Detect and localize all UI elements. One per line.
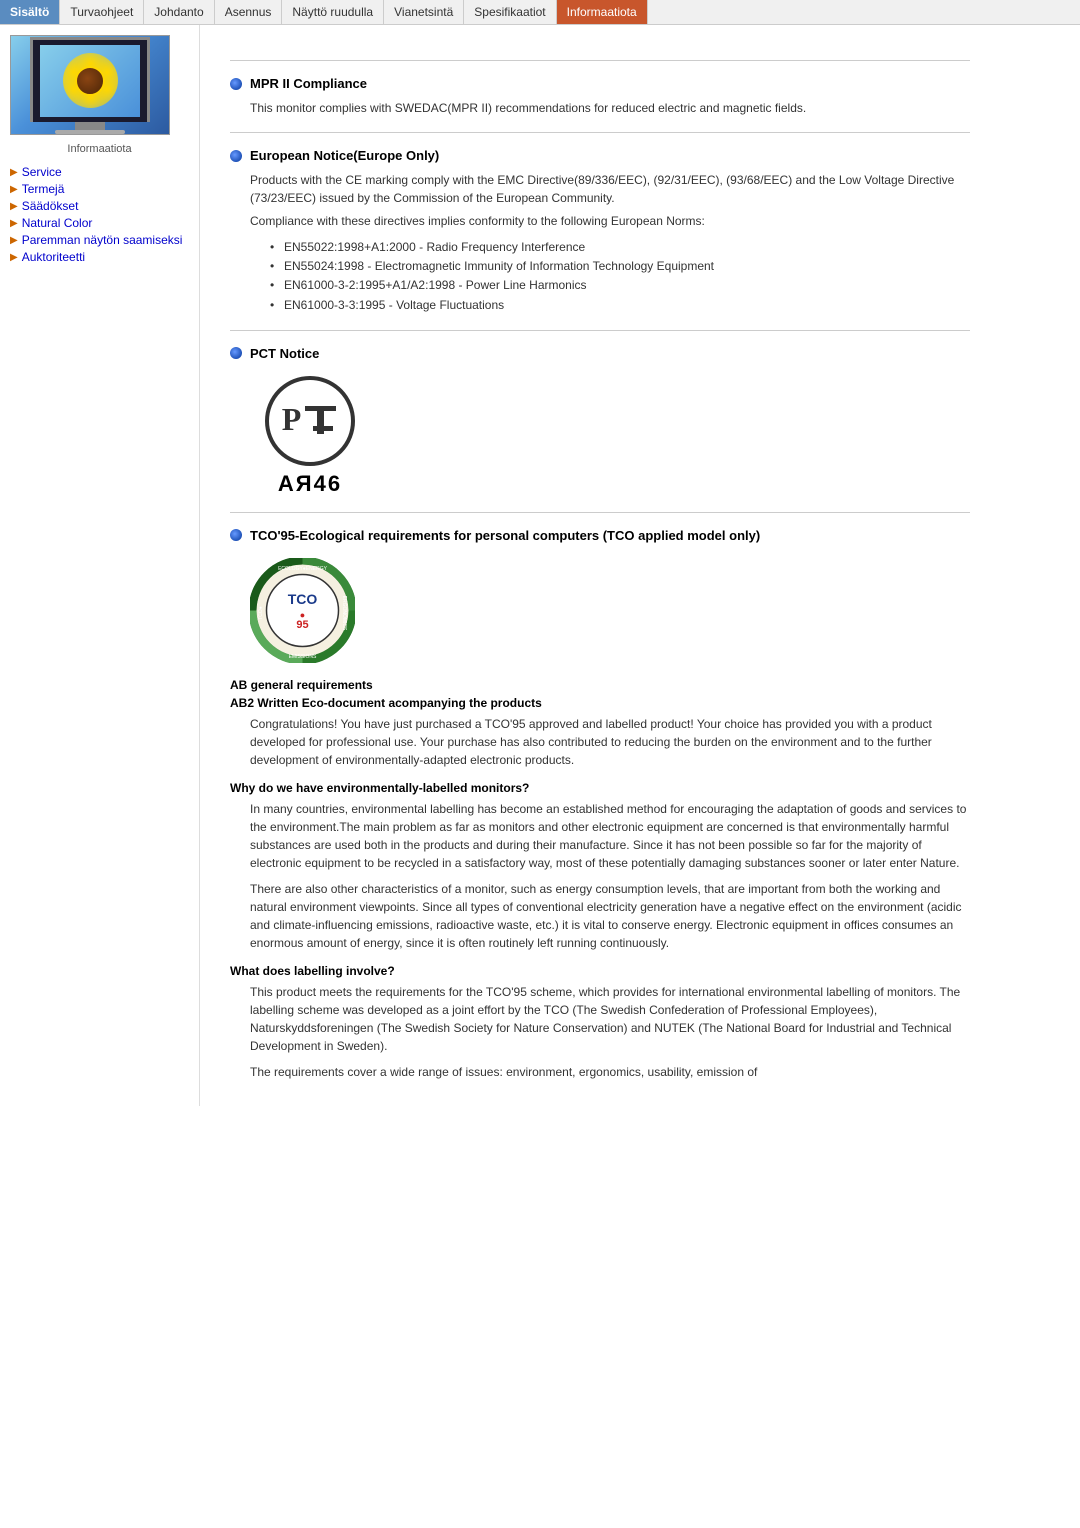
bullet-icon <box>230 150 242 162</box>
divider-2 <box>230 330 970 331</box>
list-item: EN61000-3-3:1995 - Voltage Fluctuations <box>270 296 970 315</box>
sidebar-nav: ▶Service ▶Termejä ▶Säädökset ▶Natural Co… <box>10 165 189 264</box>
list-item: EN55024:1998 - Electromagnetic Immunity … <box>270 257 970 276</box>
europe-text2: Compliance with these directives implies… <box>250 212 970 230</box>
pct-section-header: PCT Notice <box>230 346 970 361</box>
pct-p-letter: Р <box>282 401 302 441</box>
arrow-icon: ▶ <box>10 252 18 263</box>
arrow-icon: ▶ <box>10 167 18 178</box>
arrow-icon: ▶ <box>10 235 18 246</box>
svg-text:ERGONOMICS: ERGONOMICS <box>341 595 347 630</box>
sidebar: Informaatiota ▶Service ▶Termejä ▶Säädöks… <box>0 25 200 1106</box>
why-text2: There are also other characteristics of … <box>250 880 970 952</box>
bullet-icon <box>230 347 242 359</box>
nav-item-naytto[interactable]: Näyttö ruudulla <box>282 0 384 24</box>
tco-section-header: TCO'95-Ecological requirements for perso… <box>230 528 970 543</box>
nav-item-sisalto[interactable]: Sisältö <box>0 0 60 24</box>
mpr-title: MPR II Compliance <box>250 76 367 91</box>
arrow-icon: ▶ <box>10 218 18 229</box>
europe-title: European Notice(Europe Only) <box>250 148 439 163</box>
sidebar-item-natural-color[interactable]: ▶Natural Color <box>10 216 189 230</box>
nav-item-vianetsinta[interactable]: Vianetsintä <box>384 0 464 24</box>
tco-title: TCO'95-Ecological requirements for perso… <box>250 528 760 543</box>
bullet-icon <box>230 529 242 541</box>
labelling-text: This product meets the requirements for … <box>250 983 970 1055</box>
why-header: Why do we have environmentally-labelled … <box>230 781 970 795</box>
europe-section-header: European Notice(Europe Only) <box>230 148 970 163</box>
nav-item-informaatiota[interactable]: Informaatiota <box>557 0 648 24</box>
why-text1: In many countries, environmental labelli… <box>250 800 970 872</box>
bullet-icon <box>230 78 242 90</box>
ab2-header: AB2 Written Eco-document acompanying the… <box>230 696 970 710</box>
sidebar-item-auktoriteetti[interactable]: ▶Auktoriteetti <box>10 250 189 264</box>
mpr-text: This monitor complies with SWEDAC(MPR II… <box>250 99 970 117</box>
divider-3 <box>230 512 970 513</box>
europe-text1: Products with the CE marking comply with… <box>250 171 970 207</box>
sidebar-item-paremman[interactable]: ▶Paremman näytön saamiseksi <box>10 233 189 247</box>
page-layout: Informaatiota ▶Service ▶Termejä ▶Säädöks… <box>0 25 1080 1106</box>
pct-circle-logo: Р <box>265 376 355 466</box>
sidebar-item-termeja[interactable]: ▶Termejä <box>10 182 189 196</box>
mpr-section-header: MPR II Compliance <box>230 76 970 91</box>
tco-svg: TCO ● 95 ECOLOGY●ENERGY ERGONOMICS EMISS… <box>250 558 355 663</box>
svg-text:ECOLOGY●ENERGY: ECOLOGY●ENERGY <box>278 566 328 572</box>
tco-logo-container: TCO ● 95 ECOLOGY●ENERGY ERGONOMICS EMISS… <box>250 558 355 663</box>
pct-logo: Р АЯ46 <box>250 376 370 497</box>
list-item: EN61000-3-2:1995+A1/A2:1998 - Power Line… <box>270 276 970 295</box>
top-divider <box>230 60 970 61</box>
sidebar-item-saadokset[interactable]: ▶Säädökset <box>10 199 189 213</box>
europe-bullet-list: EN55022:1998+A1:2000 - Radio Frequency I… <box>270 238 970 315</box>
divider-1 <box>230 132 970 133</box>
nav-bar: Sisältö Turvaohjeet Johdanto Asennus Näy… <box>0 0 1080 25</box>
ab-general-header: AB general requirements <box>230 678 970 692</box>
list-item: EN55022:1998+A1:2000 - Radio Frequency I… <box>270 238 970 257</box>
main-content: MPR II Compliance This monitor complies … <box>200 25 1000 1106</box>
sidebar-monitor-image <box>10 35 170 135</box>
nav-item-turvaohjeet[interactable]: Turvaohjeet <box>60 0 144 24</box>
ab2-text: Congratulations! You have just purchased… <box>250 715 970 769</box>
arrow-icon: ▶ <box>10 184 18 195</box>
pct-title: PCT Notice <box>250 346 319 361</box>
svg-text:EMISSIONS: EMISSIONS <box>289 654 317 660</box>
requirements-text: The requirements cover a wide range of i… <box>250 1063 970 1081</box>
tco-logo: TCO ● 95 ECOLOGY●ENERGY ERGONOMICS EMISS… <box>250 558 970 663</box>
nav-item-asennus[interactable]: Asennus <box>215 0 283 24</box>
pct-symbol-svg <box>303 401 338 441</box>
sidebar-item-service[interactable]: ▶Service <box>10 165 189 179</box>
sidebar-section-label: Informaatiota <box>10 143 189 155</box>
svg-text:TCO: TCO <box>288 591 318 607</box>
nav-item-johdanto[interactable]: Johdanto <box>144 0 214 24</box>
nav-item-spesifikaatiot[interactable]: Spesifikaatiot <box>464 0 556 24</box>
svg-text:95: 95 <box>296 619 308 631</box>
pct-cyrillic-text: АЯ46 <box>278 471 342 497</box>
arrow-icon: ▶ <box>10 201 18 212</box>
svg-text:TCO●: TCO● <box>258 606 264 620</box>
labelling-header: What does labelling involve? <box>230 964 970 978</box>
